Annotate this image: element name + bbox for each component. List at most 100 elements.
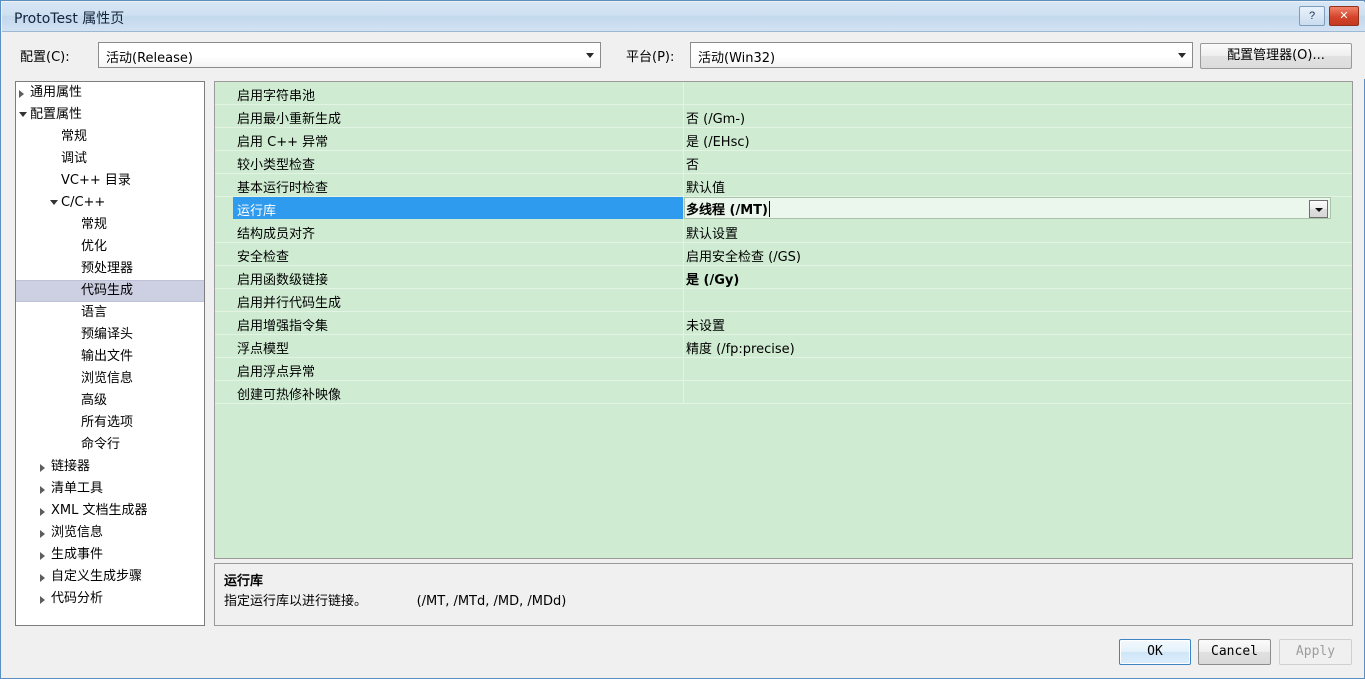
property-value: 否 (/Gm-) <box>686 108 745 127</box>
property-name: 启用函数级链接 <box>237 273 329 288</box>
tree-item[interactable]: 代码分析 <box>16 588 204 610</box>
property-row[interactable]: 较小类型检查 否 <box>215 151 1352 174</box>
property-pages-dialog: ProtoTest 属性页 ? ✕ 配置(C): 活动(Release) 平台(… <box>0 0 1365 679</box>
property-name: 运行库 <box>237 204 277 219</box>
description-body: 指定运行库以进行链接。 (/MT, /MTd, /MD, /MDd) <box>224 594 567 609</box>
window-title: ProtoTest 属性页 <box>14 11 125 27</box>
property-row[interactable]: 启用字符串池 <box>215 82 1352 105</box>
column-divider <box>683 312 684 335</box>
title-bar: ProtoTest 属性页 ? ✕ <box>2 2 1365 32</box>
property-value: 是 (/EHsc) <box>686 131 750 150</box>
tree-item[interactable]: 清单工具 <box>16 478 204 500</box>
close-icon[interactable]: ✕ <box>1329 6 1359 26</box>
property-name: 启用浮点异常 <box>237 365 316 380</box>
value-dropdown-button[interactable] <box>1309 200 1328 218</box>
chevron-right-icon[interactable] <box>19 90 24 98</box>
description-panel: 运行库 指定运行库以进行链接。 (/MT, /MTd, /MD, /MDd) <box>214 563 1353 626</box>
tree-item-label: 常规 <box>61 129 88 144</box>
help-icon[interactable]: ? <box>1299 6 1325 26</box>
property-value: 未设置 <box>686 315 725 334</box>
description-title: 运行库 <box>224 574 264 589</box>
chevron-right-icon[interactable] <box>40 486 45 494</box>
property-row[interactable]: 安全检查 启用安全检查 (/GS) <box>215 243 1352 266</box>
property-grid[interactable]: 启用字符串池启用最小重新生成 否 (/Gm-) 启用 C++ 异常 是 (/EHsc)… <box>214 81 1353 559</box>
tree-item[interactable]: XML 文档生成器 <box>16 500 204 522</box>
property-value-text: 否 <box>686 158 700 173</box>
tree-item[interactable]: 浏览信息 <box>16 522 204 544</box>
property-value-editor[interactable] <box>684 197 1331 219</box>
tree-item[interactable]: 预处理器 <box>16 258 204 280</box>
property-name: 安全检查 <box>237 250 290 265</box>
property-name: 启用字符串池 <box>237 89 316 104</box>
property-row[interactable]: 启用函数级链接 是 (/Gy) <box>215 266 1352 289</box>
tree-item[interactable]: 浏览信息 <box>16 368 204 390</box>
property-value-text: 默认设置 <box>686 227 739 242</box>
tree-item[interactable]: 所有选项 <box>16 412 204 434</box>
tree-item-label: 优化 <box>81 239 108 254</box>
chevron-right-icon[interactable] <box>40 552 45 560</box>
tree-item[interactable]: 生成事件 <box>16 544 204 566</box>
chevron-right-icon[interactable] <box>40 574 45 582</box>
property-row[interactable]: 结构成员对齐 默认设置 <box>215 220 1352 243</box>
tree-item-label: 清单工具 <box>51 481 104 496</box>
ok-button[interactable]: OK <box>1119 639 1191 665</box>
chevron-right-icon[interactable] <box>40 596 45 604</box>
tree-item-label: 常规 <box>81 217 108 232</box>
property-row[interactable]: 启用 C++ 异常 是 (/EHsc) <box>215 128 1352 151</box>
tree-item[interactable]: 代码生成 <box>16 280 204 302</box>
tree-item-label: 预编译头 <box>81 327 134 342</box>
configuration-manager-button[interactable]: 配置管理器(O)... <box>1200 43 1352 69</box>
tree-item[interactable]: C/C++ <box>16 192 204 214</box>
chevron-down-icon <box>1178 53 1186 58</box>
chevron-down-icon[interactable] <box>50 200 58 205</box>
tree-item[interactable]: 常规 <box>16 214 204 236</box>
tree-item[interactable]: 自定义生成步骤 <box>16 566 204 588</box>
platform-dropdown[interactable]: 活动(Win32) <box>690 42 1193 68</box>
property-name: 创建可热修补映像 <box>237 388 342 403</box>
platform-label: 平台(P): <box>626 50 675 65</box>
configuration-value: 活动(Release) <box>106 51 193 66</box>
column-divider <box>683 289 684 312</box>
property-row[interactable]: 浮点模型 精度 (/fp:precise) <box>215 335 1352 358</box>
property-name: 启用最小重新生成 <box>237 112 342 127</box>
configuration-dropdown[interactable]: 活动(Release) <box>98 42 601 68</box>
tree-item[interactable]: 配置属性 <box>16 104 204 126</box>
chevron-right-icon[interactable] <box>40 508 45 516</box>
tree-item[interactable]: 命令行 <box>16 434 204 456</box>
chevron-down-icon[interactable] <box>19 112 27 117</box>
tree-item[interactable]: 通用属性 <box>16 82 204 104</box>
platform-value: 活动(Win32) <box>698 51 776 66</box>
property-row[interactable]: 启用浮点异常 <box>215 358 1352 381</box>
tree-item[interactable]: 预编译头 <box>16 324 204 346</box>
settings-tree[interactable]: 通用属性 配置属性 常规 调试 VC++ 目录 C/C++ 常规 优化 预处理器 代码生成 语言 预编… <box>15 81 205 626</box>
text-caret <box>768 201 770 217</box>
tree-item[interactable]: 优化 <box>16 236 204 258</box>
tree-item-label: 输出文件 <box>81 349 134 364</box>
cancel-button[interactable]: Cancel <box>1198 639 1271 665</box>
property-row[interactable]: 启用并行代码生成 <box>215 289 1352 312</box>
tree-item[interactable]: 调试 <box>16 148 204 170</box>
column-divider <box>683 105 684 128</box>
tree-item-label: 代码分析 <box>51 591 104 606</box>
property-row[interactable]: 启用增强指令集 未设置 <box>215 312 1352 335</box>
tree-item-label: 语言 <box>81 305 108 320</box>
property-row[interactable]: 基本运行时检查 默认值 <box>215 174 1352 197</box>
tree-item[interactable]: 语言 <box>16 302 204 324</box>
apply-button[interactable]: Apply <box>1279 639 1352 665</box>
property-row[interactable]: 创建可热修补映像 <box>215 381 1352 404</box>
tree-item[interactable]: 常规 <box>16 126 204 148</box>
property-value-text: 精度 (/fp:precise) <box>686 342 795 357</box>
property-row[interactable]: 启用最小重新生成 否 (/Gm-) <box>215 105 1352 128</box>
chevron-right-icon[interactable] <box>40 464 45 472</box>
chevron-right-icon[interactable] <box>40 530 45 538</box>
property-name: 启用增强指令集 <box>237 319 329 334</box>
tree-item[interactable]: 输出文件 <box>16 346 204 368</box>
property-value: 精度 (/fp:precise) <box>686 338 795 357</box>
column-divider <box>683 128 684 151</box>
property-value-text: 是 (/Gy) <box>686 273 740 288</box>
column-divider <box>683 335 684 358</box>
property-row-selected[interactable]: 运行库 多线程 (/MT) <box>215 197 1352 220</box>
tree-item[interactable]: 高级 <box>16 390 204 412</box>
tree-item[interactable]: VC++ 目录 <box>16 170 204 192</box>
tree-item[interactable]: 链接器 <box>16 456 204 478</box>
